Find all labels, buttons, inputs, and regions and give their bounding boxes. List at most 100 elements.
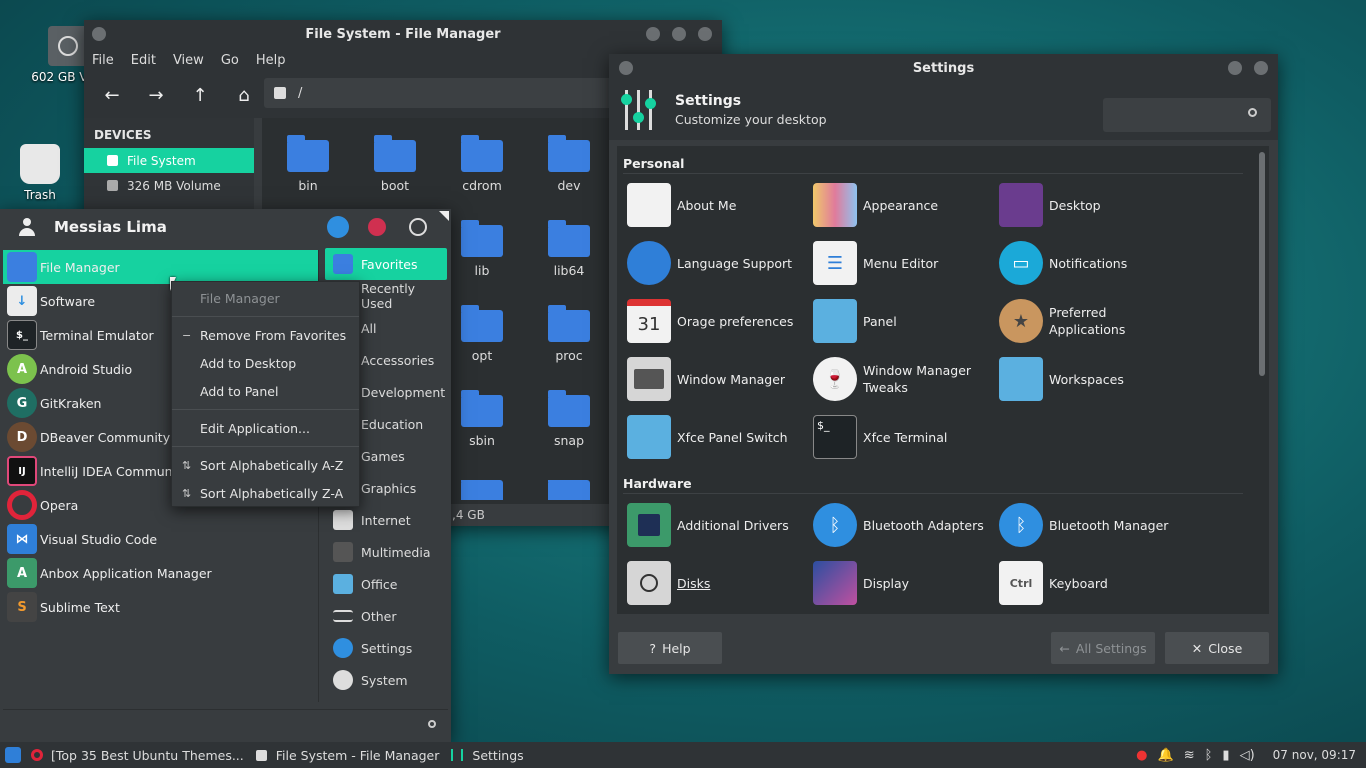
- menu-search-input[interactable]: [3, 709, 448, 739]
- task-browser[interactable]: [Top 35 Best Ubuntu Themes...: [31, 748, 244, 763]
- close-button[interactable]: [698, 27, 712, 41]
- setting-keyboard[interactable]: Ctrl Keyboard: [999, 560, 1185, 606]
- setting-appearance[interactable]: Appearance: [813, 182, 999, 228]
- setting-display[interactable]: Display: [813, 560, 999, 606]
- category-other[interactable]: Other: [325, 600, 447, 632]
- category-internet[interactable]: Internet: [325, 504, 447, 536]
- setting-language-support[interactable]: Language Support: [627, 240, 813, 286]
- maximize-button[interactable]: [672, 27, 686, 41]
- volume-icon[interactable]: ◁): [1240, 748, 1255, 763]
- app-anbox[interactable]: A Anbox Application Manager: [3, 556, 318, 590]
- setting-additional-drivers[interactable]: Additional Drivers: [627, 502, 813, 548]
- task-file-manager[interactable]: File System - File Manager: [255, 748, 439, 763]
- up-arrow-icon[interactable]: ↑: [180, 78, 220, 112]
- app-vscode[interactable]: ⋈ Visual Studio Code: [3, 522, 318, 556]
- folder-icon: [461, 390, 503, 427]
- settings-search-input[interactable]: [1103, 98, 1271, 132]
- home-icon[interactable]: ⌂: [224, 78, 264, 112]
- clock[interactable]: 07 nov, 09:17: [1273, 748, 1356, 762]
- bell-icon[interactable]: 🔔: [1158, 748, 1174, 763]
- setting-window-manager-tweaks[interactable]: 🍷 Window Manager Tweaks: [813, 356, 999, 402]
- setting-workspaces[interactable]: Workspaces: [999, 356, 1185, 402]
- task-settings[interactable]: Settings: [451, 748, 524, 763]
- close-button[interactable]: [1254, 61, 1268, 75]
- category-system[interactable]: System: [325, 664, 447, 696]
- setting-window-manager[interactable]: Window Manager: [627, 356, 813, 402]
- folder-label: lib64: [553, 263, 585, 278]
- resize-corner-icon[interactable]: [439, 211, 449, 221]
- setting-label: Window Manager Tweaks: [863, 363, 972, 395]
- menu-file[interactable]: File: [92, 53, 114, 68]
- setting-menu-editor[interactable]: ☰ Menu Editor: [813, 240, 999, 286]
- remove-from-favorites-item[interactable]: − Remove From Favorites: [172, 321, 359, 349]
- setting-orage-preferences[interactable]: 31 Orage preferences: [627, 298, 813, 344]
- setting-panel[interactable]: Panel: [813, 298, 999, 344]
- setting-xfce-panel-switch[interactable]: Xfce Panel Switch: [627, 414, 813, 460]
- bluetooth-icon[interactable]: ᛒ: [1205, 748, 1213, 763]
- setting-xfce-terminal[interactable]: $_ Xfce Terminal: [813, 414, 999, 460]
- location-path: /: [298, 85, 303, 101]
- menu-edit[interactable]: Edit: [131, 53, 156, 68]
- folder-item[interactable]: dev: [529, 135, 609, 193]
- add-to-panel-item[interactable]: Add to Panel: [172, 377, 359, 405]
- folder-item[interactable]: lib64: [529, 220, 609, 278]
- menu-view[interactable]: View: [173, 53, 204, 68]
- settings-content: Personal About Me Appearance Desktop Lan…: [617, 146, 1269, 614]
- window-menu-button[interactable]: [619, 61, 633, 75]
- menu-go[interactable]: Go: [221, 53, 239, 68]
- help-button[interactable]: ? Help: [618, 632, 722, 664]
- settings-scrollbar[interactable]: [1259, 152, 1265, 376]
- setting-bluetooth-adapters[interactable]: ᛒ Bluetooth Adapters: [813, 502, 999, 548]
- folder-item[interactable]: [529, 480, 609, 500]
- setting-preferred-applications[interactable]: ★ Preferred Applications: [999, 298, 1185, 344]
- setting-bluetooth-manager[interactable]: ᛒ Bluetooth Manager: [999, 502, 1185, 548]
- lock-icon[interactable]: [368, 218, 386, 236]
- folder-item[interactable]: [442, 480, 522, 500]
- battery-icon[interactable]: ▮: [1222, 748, 1229, 763]
- edit-application-item[interactable]: Edit Application...: [172, 414, 359, 442]
- folder-icon: [374, 135, 416, 172]
- folder-item[interactable]: proc: [529, 305, 609, 363]
- all-settings-button[interactable]: ← All Settings: [1051, 632, 1155, 664]
- folder-item[interactable]: snap: [529, 390, 609, 448]
- desktop-trash-icon[interactable]: Trash: [0, 144, 90, 204]
- close-settings-button[interactable]: ✕ Close: [1165, 632, 1269, 664]
- menu-item-label: Remove From Favorites: [200, 327, 347, 343]
- setting-notifications[interactable]: ▭ Notifications: [999, 240, 1185, 286]
- category-multimedia[interactable]: Multimedia: [325, 536, 447, 568]
- back-arrow-icon[interactable]: ←: [92, 78, 132, 112]
- forward-arrow-icon[interactable]: →: [136, 78, 176, 112]
- minimize-button[interactable]: [646, 27, 660, 41]
- start-menu-icon[interactable]: [5, 747, 21, 763]
- folder-item[interactable]: boot: [355, 135, 435, 193]
- settings-sliders-icon: [621, 90, 657, 130]
- sidebar-item-volume[interactable]: 326 MB Volume: [84, 173, 254, 198]
- category-office[interactable]: Office: [325, 568, 447, 600]
- app-file-manager[interactable]: File Manager: [3, 250, 318, 284]
- minimize-button[interactable]: [1228, 61, 1242, 75]
- update-notifier-icon[interactable]: ●: [1136, 748, 1147, 763]
- gear-icon[interactable]: [327, 216, 349, 238]
- setting-desktop[interactable]: Desktop: [999, 182, 1185, 228]
- folder-item[interactable]: bin: [268, 135, 348, 193]
- settings-titlebar[interactable]: Settings: [609, 54, 1278, 82]
- folder-item[interactable]: lib: [442, 220, 522, 278]
- app-label: Anbox Application Manager: [40, 565, 212, 581]
- menu-help[interactable]: Help: [256, 53, 286, 68]
- wifi-icon[interactable]: ≋: [1184, 748, 1195, 763]
- folder-item[interactable]: sbin: [442, 390, 522, 448]
- sort-a-z-item[interactable]: ⇅ Sort Alphabetically A-Z: [172, 451, 359, 479]
- folder-item[interactable]: opt: [442, 305, 522, 363]
- category-favorites[interactable]: Favorites: [325, 248, 447, 280]
- folder-item[interactable]: cdrom: [442, 135, 522, 193]
- add-to-desktop-item[interactable]: Add to Desktop: [172, 349, 359, 377]
- app-sublime-text[interactable]: S Sublime Text: [3, 590, 318, 624]
- logout-icon[interactable]: [409, 218, 427, 236]
- sidebar-item-file-system[interactable]: File System: [84, 148, 254, 173]
- setting-about-me[interactable]: About Me: [627, 182, 813, 228]
- setting-disks[interactable]: Disks: [627, 560, 813, 606]
- window-menu-button[interactable]: [92, 27, 106, 41]
- category-settings[interactable]: Settings: [325, 632, 447, 664]
- file-manager-titlebar[interactable]: File System - File Manager: [84, 20, 722, 48]
- sort-z-a-item[interactable]: ⇅ Sort Alphabetically Z-A: [172, 479, 359, 507]
